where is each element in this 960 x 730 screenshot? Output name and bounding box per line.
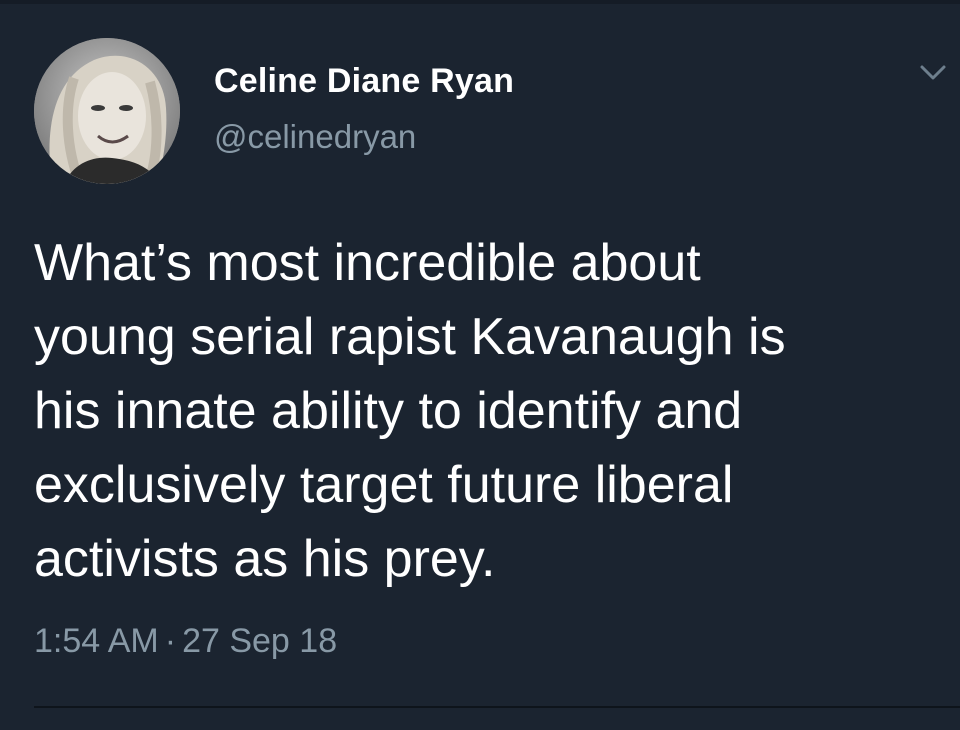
tweet-text: What’s most incredible about young seria…: [34, 234, 786, 588]
tweet-date: 27 Sep 18: [182, 622, 338, 660]
tweet-time: 1:54 AM: [34, 622, 159, 660]
tweet-card: Celine Diane Ryan @celinedryan What’s mo…: [0, 0, 960, 730]
tweet-timestamp[interactable]: 1:54 AM · 27 Sep 18: [34, 622, 337, 661]
chevron-down-icon[interactable]: [918, 62, 948, 84]
profile-photo-icon: [34, 38, 180, 184]
meta-separator: ·: [164, 622, 177, 660]
divider: [34, 706, 960, 708]
display-name[interactable]: Celine Diane Ryan: [214, 62, 514, 101]
avatar[interactable]: [34, 38, 180, 184]
user-handle[interactable]: @celinedryan: [214, 118, 416, 156]
top-border: [0, 0, 960, 4]
